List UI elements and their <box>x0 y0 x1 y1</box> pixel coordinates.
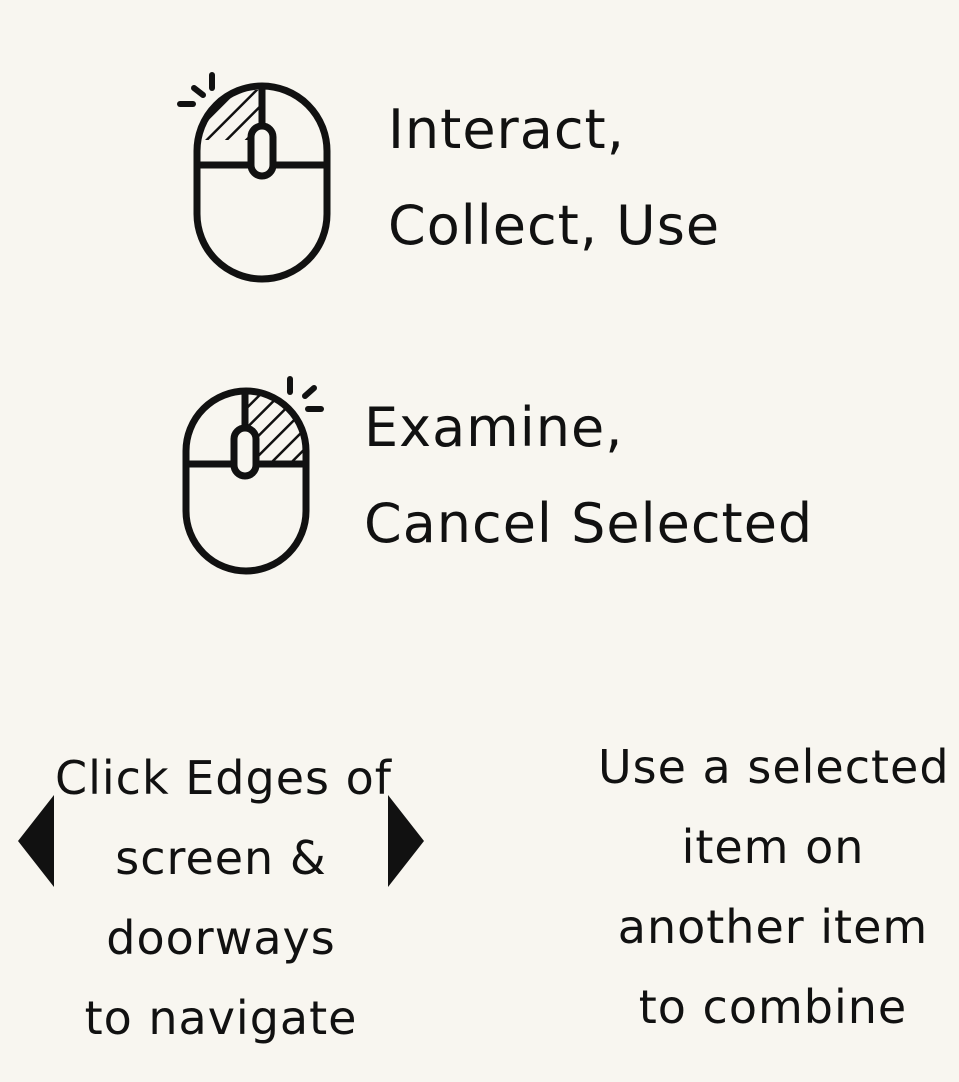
right-click-line2: Cancel Selected <box>364 492 814 555</box>
navigate-line4: to navigate <box>84 991 358 1045</box>
mouse-left-click-icon <box>177 72 332 283</box>
combine-line2: item on <box>681 820 865 874</box>
mouse-right-click-icon <box>182 376 324 575</box>
left-click-line2: Collect, Use <box>388 194 721 257</box>
combine-line1: Use a selected <box>598 740 950 794</box>
navigate-line3: doorways <box>106 911 336 965</box>
left-click-label: Interact, Collect, Use <box>388 82 720 274</box>
left-click-line1: Interact, <box>388 98 625 161</box>
navigate-line1: Click Edges of <box>55 751 392 805</box>
right-click-label: Examine, Cancel Selected <box>364 380 813 572</box>
right-click-line1: Examine, <box>364 396 624 459</box>
navigate-text: Click Edges of screen & doorways to navi… <box>55 738 392 1058</box>
arrow-left-icon <box>18 795 54 887</box>
combine-line3: another item <box>617 900 929 954</box>
arrow-right-icon <box>388 795 424 887</box>
navigate-line2: screen & <box>115 831 327 885</box>
combine-line4: to combine <box>638 980 908 1034</box>
combine-text: Use a selected item on another item to c… <box>598 727 950 1047</box>
